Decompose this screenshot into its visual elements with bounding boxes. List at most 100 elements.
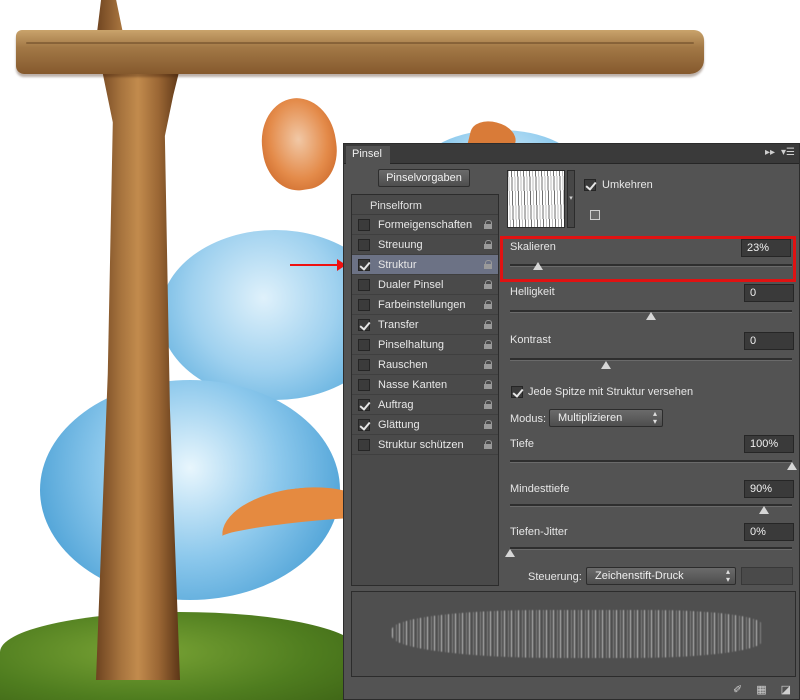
mode-value: Multiplizieren bbox=[558, 412, 623, 424]
brush-presets-button[interactable]: Pinselvorgaben bbox=[378, 169, 470, 187]
setting-checkbox[interactable] bbox=[358, 418, 370, 431]
contrast-field[interactable]: 0 bbox=[744, 332, 794, 350]
brush-setting-item[interactable]: Formeigenschaften bbox=[352, 215, 498, 235]
setting-label: Dualer Pinsel bbox=[378, 278, 444, 291]
scale-slider-thumb[interactable] bbox=[533, 262, 544, 270]
min-depth-slider-thumb[interactable] bbox=[758, 506, 769, 514]
lock-icon[interactable] bbox=[484, 380, 492, 389]
brush-setting-item[interactable]: Transfer bbox=[352, 315, 498, 335]
brush-setting-item[interactable]: Auftrag bbox=[352, 395, 498, 415]
setting-checkbox[interactable] bbox=[358, 298, 370, 311]
setting-checkbox[interactable] bbox=[358, 238, 370, 251]
min-depth-track[interactable] bbox=[510, 504, 792, 507]
lock-icon[interactable] bbox=[484, 360, 492, 369]
setting-checkbox[interactable] bbox=[358, 438, 370, 451]
brightness-slider-thumb[interactable] bbox=[646, 312, 656, 320]
grass bbox=[0, 612, 360, 700]
lock-icon[interactable] bbox=[484, 220, 492, 229]
lock-icon[interactable] bbox=[484, 440, 492, 449]
depth-jitter-track[interactable] bbox=[510, 547, 792, 550]
lock-icon[interactable] bbox=[484, 240, 492, 249]
lock-icon[interactable] bbox=[484, 300, 492, 309]
setting-label: Transfer bbox=[378, 318, 419, 331]
annotation-arrow bbox=[290, 259, 346, 271]
brush-stroke-preview bbox=[392, 610, 762, 658]
setting-checkbox[interactable] bbox=[358, 378, 370, 391]
brush-panel: Pinsel ▸▸ ▾☰ Pinselvorgaben Pinselform F… bbox=[343, 143, 800, 700]
scale-label: Skalieren bbox=[510, 241, 556, 253]
control-select[interactable]: Zeichenstift-Druck ▴ ▾ bbox=[586, 567, 736, 585]
grid-icon[interactable]: ▦ bbox=[756, 683, 766, 696]
brush-setting-item[interactable]: Nasse Kanten bbox=[352, 375, 498, 395]
brightness-field[interactable]: 0 bbox=[744, 284, 794, 302]
brush-setting-item[interactable]: Dualer Pinsel bbox=[352, 275, 498, 295]
cat-paw bbox=[255, 93, 343, 195]
panel-menu-icon[interactable]: ▾☰ bbox=[781, 147, 795, 158]
brush-setting-item[interactable]: Glättung bbox=[352, 415, 498, 435]
setting-checkbox[interactable] bbox=[358, 258, 370, 271]
stroke-preview bbox=[351, 591, 796, 677]
brightness-label: Helligkeit bbox=[510, 286, 555, 298]
control-label: Steuerung: bbox=[528, 571, 582, 583]
select-arrows-icon: ▴ ▾ bbox=[652, 409, 657, 426]
brush-setting-item[interactable]: Rauschen bbox=[352, 355, 498, 375]
mode-select[interactable]: Multiplizieren ▴ ▾ bbox=[549, 409, 663, 427]
depth-slider-thumb[interactable] bbox=[787, 462, 797, 470]
texture-dropdown-arrow[interactable]: ▾ bbox=[567, 170, 575, 228]
lock-icon[interactable] bbox=[484, 340, 492, 349]
scale-track[interactable] bbox=[510, 264, 792, 267]
collapse-icon[interactable]: ▸▸ bbox=[765, 147, 775, 158]
setting-label: Nasse Kanten bbox=[378, 378, 448, 391]
lock-icon[interactable] bbox=[484, 420, 492, 429]
scale-field[interactable]: 23% bbox=[741, 239, 791, 257]
min-depth-label: Mindesttiefe bbox=[510, 483, 570, 495]
setting-checkbox[interactable] bbox=[358, 398, 370, 411]
new-preset-icon[interactable] bbox=[590, 210, 600, 220]
brush-setting-item[interactable]: Struktur schützen bbox=[352, 435, 498, 455]
depth-field[interactable]: 100% bbox=[744, 435, 794, 453]
new-preset-icon[interactable]: ◪ bbox=[781, 683, 791, 696]
wooden-post bbox=[96, 0, 180, 680]
depth-jitter-slider-thumb[interactable] bbox=[505, 549, 515, 557]
contrast-track[interactable] bbox=[510, 358, 792, 361]
lock-icon[interactable] bbox=[484, 260, 492, 269]
mode-label: Modus: bbox=[510, 413, 547, 425]
setting-label: Formeigenschaften bbox=[378, 218, 473, 231]
control-value: Zeichenstift-Druck bbox=[595, 570, 684, 582]
depth-jitter-field[interactable]: 0% bbox=[744, 523, 794, 541]
toggle-live-tip-icon[interactable]: ✐ bbox=[733, 683, 742, 696]
setting-checkbox[interactable] bbox=[358, 218, 370, 231]
each-tip-label: Jede Spitze mit Struktur versehen bbox=[528, 386, 694, 398]
lock-icon[interactable] bbox=[484, 280, 492, 289]
setting-checkbox[interactable] bbox=[358, 318, 370, 331]
setting-label: Struktur bbox=[378, 258, 417, 271]
contrast-label: Kontrast bbox=[510, 334, 551, 346]
setting-checkbox[interactable] bbox=[358, 278, 370, 291]
brush-setting-item[interactable]: Struktur bbox=[352, 255, 498, 275]
lock-icon[interactable] bbox=[484, 400, 492, 409]
setting-checkbox[interactable] bbox=[358, 358, 370, 371]
brush-tip-shape-item[interactable]: Pinselform bbox=[352, 195, 498, 215]
setting-checkbox[interactable] bbox=[358, 338, 370, 351]
lock-icon[interactable] bbox=[484, 320, 492, 329]
setting-label: Glättung bbox=[378, 418, 420, 431]
brush-setting-item[interactable]: Farbeinstellungen bbox=[352, 295, 498, 315]
select-arrows-icon: ▴ ▾ bbox=[725, 567, 730, 584]
brush-setting-item[interactable]: Pinselhaltung bbox=[352, 335, 498, 355]
brush-setting-item[interactable]: Streuung bbox=[352, 235, 498, 255]
control-extra-field bbox=[741, 567, 793, 585]
each-tip-checkbox[interactable] bbox=[511, 386, 523, 398]
setting-label: Streuung bbox=[378, 238, 423, 251]
texture-thumbnail[interactable] bbox=[507, 170, 565, 228]
panel-tab[interactable]: Pinsel bbox=[346, 146, 390, 164]
min-depth-field[interactable]: 90% bbox=[744, 480, 794, 498]
setting-label: Farbeinstellungen bbox=[378, 298, 466, 311]
setting-label: Struktur schützen bbox=[378, 438, 464, 451]
panel-header: Pinsel ▸▸ ▾☰ bbox=[344, 144, 799, 164]
contrast-slider-thumb[interactable] bbox=[600, 361, 611, 369]
brush-settings-list: Pinselform Formeigenschaften Streuung Stru… bbox=[351, 194, 499, 586]
setting-label: Rauschen bbox=[378, 358, 428, 371]
invert-checkbox[interactable] bbox=[584, 179, 596, 191]
invert-label: Umkehren bbox=[602, 179, 653, 191]
depth-track[interactable] bbox=[510, 460, 792, 463]
